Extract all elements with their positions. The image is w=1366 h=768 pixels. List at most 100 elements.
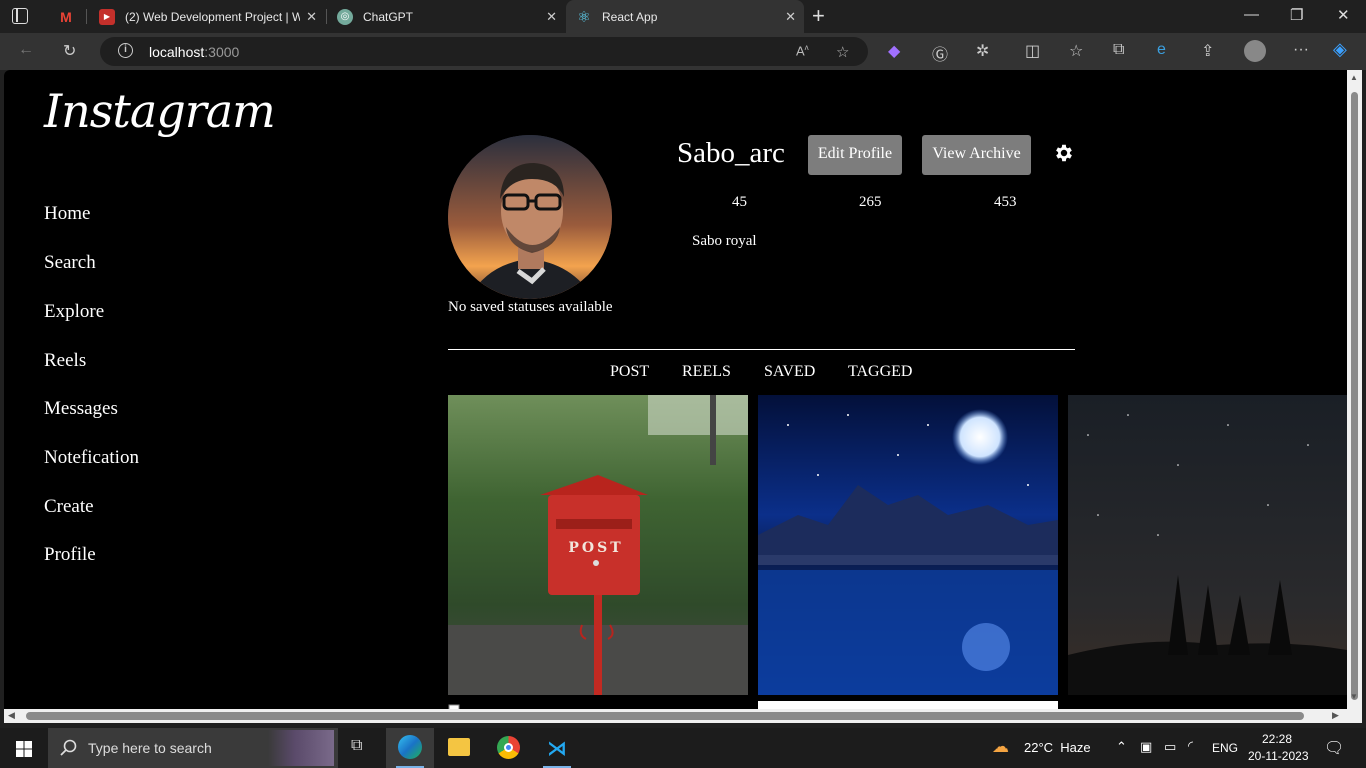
scroll-right-icon[interactable]: ▶ — [1332, 710, 1339, 721]
tab-title: ChatGPT — [363, 9, 414, 24]
view-archive-button[interactable]: View Archive — [922, 135, 1031, 175]
collections-icon[interactable]: ⧉ — [1113, 41, 1124, 59]
post-starry-forest[interactable] — [1068, 395, 1347, 695]
language-indicator[interactable]: ENG — [1212, 741, 1238, 755]
posts-count: 45 — [732, 194, 747, 210]
nav-profile[interactable]: Profile — [44, 544, 96, 566]
tab-tagged[interactable]: TAGGED — [848, 363, 912, 381]
search-icon — [60, 739, 77, 756]
mailbox-caption: POST — [568, 540, 623, 556]
taskbar-file-explorer[interactable] — [435, 728, 483, 768]
tab-react-app[interactable]: ⚛ React App ✕ — [566, 0, 804, 33]
grammarly-icon[interactable]: Ⓖ — [932, 41, 948, 65]
split-screen-icon[interactable]: ◫ — [1025, 41, 1040, 61]
taskbar-search-box[interactable]: Type here to search — [48, 728, 338, 768]
instagram-logo[interactable]: Instagram — [44, 84, 276, 138]
share-icon[interactable]: ⇪ — [1201, 41, 1214, 61]
extensions-puzzle-icon[interactable]: ✲ — [976, 41, 989, 61]
tab-actions-icon[interactable] — [12, 8, 28, 24]
site-info-icon[interactable]: i — [118, 43, 133, 58]
browser-toolbar: ← ↻ i localhost:3000 Aʌ ☆ ◆ Ⓖ ✲ ◫ ☆ ⧉ e … — [0, 33, 1366, 70]
notifications-icon[interactable]: 🗨 — [1324, 738, 1344, 758]
edit-profile-button[interactable]: Edit Profile — [808, 135, 902, 175]
gmail-icon: M — [60, 8, 72, 25]
tab-gmail[interactable]: M — [46, 0, 84, 33]
profile-username: Sabo_arc — [677, 137, 785, 169]
close-tab-icon[interactable]: ✕ — [785, 9, 796, 25]
restore-icon[interactable]: ❐ — [1290, 6, 1303, 24]
new-tab-icon[interactable]: + — [812, 3, 825, 29]
address-text[interactable]: localhost:3000 — [149, 44, 239, 60]
vscode-icon: ⋊ — [547, 738, 567, 760]
horizontal-scrollbar[interactable]: ◀ ▶ — [4, 709, 1347, 723]
nav-explore[interactable]: Explore — [44, 301, 104, 323]
more-menu-icon[interactable]: ··· — [1293, 41, 1309, 59]
tab-youtube[interactable]: ▶ (2) Web Development Project | W ✕ — [87, 0, 325, 33]
tab-chatgpt[interactable]: ◎ ChatGPT ✕ — [327, 0, 565, 33]
vertical-scrollbar[interactable]: ▲ ▼ — [1347, 70, 1362, 709]
close-tab-icon[interactable]: ✕ — [306, 9, 317, 25]
avatar-portrait — [448, 135, 612, 299]
meet-now-icon[interactable]: ▣ — [1140, 739, 1152, 755]
vertical-scroll-thumb[interactable] — [1351, 92, 1358, 700]
favorite-star-icon[interactable]: ☆ — [836, 43, 849, 61]
nav-create[interactable]: Create — [44, 496, 94, 518]
weather-icon[interactable]: ☁ — [992, 737, 1009, 757]
scroll-up-icon[interactable]: ▲ — [1350, 73, 1358, 82]
profile-avatar-icon[interactable] — [1244, 40, 1266, 62]
clock-time[interactable]: 22:28 — [1262, 732, 1292, 746]
horizontal-scroll-thumb[interactable] — [26, 712, 1304, 720]
windows-taskbar: Type here to search ⧉ ⋊ ☁ 22°C Haze ⌃ ▣ … — [0, 728, 1366, 768]
back-icon[interactable]: ← — [18, 41, 34, 59]
post-red-mailbox[interactable]: POST — [448, 395, 748, 695]
taskbar-vscode[interactable]: ⋊ — [533, 728, 581, 768]
read-aloud-icon[interactable]: Aʌ — [796, 43, 809, 58]
show-hidden-icons[interactable]: ⌃ — [1116, 739, 1127, 755]
nav-home[interactable]: Home — [44, 203, 90, 225]
scroll-left-icon[interactable]: ◀ — [8, 710, 15, 721]
favorites-icon[interactable]: ☆ — [1069, 41, 1083, 61]
address-bar[interactable]: i localhost:3000 Aʌ ☆ — [100, 37, 868, 66]
wifi-icon[interactable]: ◜ — [1188, 738, 1193, 754]
weather-text[interactable]: 22°C Haze — [1024, 740, 1091, 755]
post-image — [1068, 395, 1347, 695]
settings-gear-icon[interactable] — [1053, 142, 1075, 164]
scrollbar-corner — [1347, 709, 1362, 723]
profile-full-name: Sabo royal — [692, 233, 757, 249]
browser-tab-bar: M ▶ (2) Web Development Project | W ✕ ◎ … — [0, 0, 1366, 33]
post-moon-lake[interactable] — [758, 395, 1058, 695]
taskbar-chrome[interactable] — [484, 728, 532, 768]
react-icon: ⚛ — [577, 8, 591, 26]
close-window-icon[interactable]: ✕ — [1337, 6, 1350, 24]
copilot-icon[interactable]: ◈ — [1333, 39, 1347, 60]
extension-icon[interactable]: ◆ — [888, 41, 900, 61]
chrome-center — [504, 743, 513, 752]
nav-notification[interactable]: Notefication — [44, 447, 139, 469]
tab-title: (2) Web Development Project | W — [125, 9, 300, 24]
windows-start-icon[interactable] — [16, 741, 32, 757]
battery-icon[interactable]: ▭ — [1164, 739, 1176, 755]
clock-date[interactable]: 20-11-2023 — [1248, 749, 1309, 763]
edge-bar-icon[interactable]: e — [1157, 41, 1166, 59]
search-highlight-image — [268, 730, 334, 766]
profile-avatar[interactable] — [448, 135, 612, 299]
task-view-icon[interactable]: ⧉ — [337, 728, 385, 768]
youtube-icon: ▶ — [99, 8, 115, 25]
close-tab-icon[interactable]: ✕ — [546, 9, 557, 25]
following-count[interactable]: 453 — [994, 194, 1017, 211]
post-image — [758, 395, 1058, 695]
taskbar-edge-app[interactable] — [386, 728, 434, 768]
scroll-down-icon[interactable]: ▼ — [1350, 692, 1358, 701]
refresh-icon[interactable]: ↻ — [63, 41, 76, 61]
tab-reels[interactable]: REELS — [682, 363, 731, 381]
tab-saved[interactable]: SAVED — [764, 363, 815, 381]
nav-search[interactable]: Search — [44, 252, 96, 274]
followers-count[interactable]: 265 — [859, 194, 882, 211]
nav-messages[interactable]: Messages — [44, 398, 118, 420]
post-row-two-broken — [448, 701, 758, 709]
tab-post[interactable]: POST — [610, 363, 649, 381]
nav-reels[interactable]: Reels — [44, 350, 86, 372]
address-port: :3000 — [204, 44, 240, 60]
edge-icon — [398, 735, 422, 759]
minimize-icon[interactable]: — — [1244, 6, 1259, 23]
